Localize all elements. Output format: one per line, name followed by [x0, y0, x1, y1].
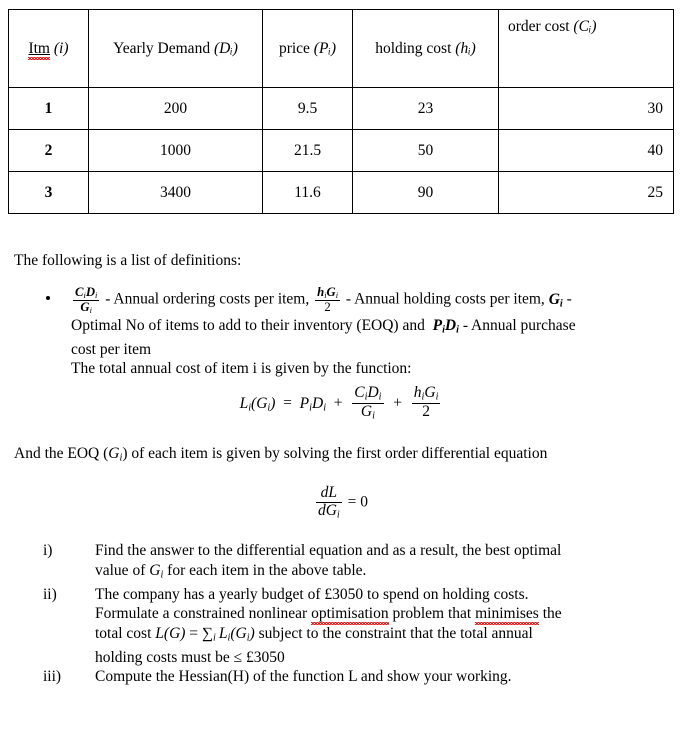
bullet-line-three: cost per item — [71, 340, 152, 358]
cell-price: 11.6 — [262, 171, 353, 214]
question-ii-line-1: The company has a yearly budget of £3050… — [95, 585, 529, 603]
cell-order-cost: 25 — [498, 171, 674, 214]
question-item-iii: iii) Compute the Hessian(H) of the funct… — [0, 667, 682, 687]
header-label-holding: holding cost — [375, 39, 452, 57]
function-intro-text: The total annual cost of item i is given… — [71, 359, 412, 378]
bullet-line-two: Optimal No of items to add to their inve… — [71, 317, 425, 335]
plus-sign-1: + — [329, 394, 347, 412]
question-item-i: i) Find the answer to the differential e… — [0, 541, 682, 585]
term-holding-cost: hiGi 2 — [411, 384, 441, 420]
cell-yearly-demand: 200 — [88, 87, 263, 130]
table-row: 1 200 9.5 23 30 — [8, 87, 674, 130]
cell-item-index: 1 — [8, 87, 89, 130]
cell-holding-cost: 50 — [352, 129, 499, 172]
eoq-intro-before: And the EOQ — [14, 445, 100, 462]
header-cell-price: price (Pᵢ) — [262, 9, 353, 88]
header-label-order: order cost — [508, 18, 570, 35]
table-row: 2 1000 21.5 50 40 — [8, 129, 674, 172]
equation-lhs: Li(Gi) — [239, 394, 276, 414]
cell-holding-cost: 23 — [352, 87, 499, 130]
cell-item-index: 3 — [8, 171, 89, 214]
equals-sign: = — [279, 394, 296, 412]
cell-order-cost: 40 — [498, 129, 674, 172]
symbol-G: Gi — [548, 290, 563, 310]
symbol-PD: PiDi — [428, 317, 459, 336]
bullet-dot-icon — [46, 296, 50, 300]
g-description-dash: - — [566, 290, 572, 308]
fraction-dL-dGi: dL dGi — [315, 484, 342, 521]
function-intro-label: The total annual cost of item i is given… — [71, 360, 412, 377]
total-cost-equation: Li(Gi) = PiDi + CiDi Gi + hiGi 2 — [0, 384, 682, 422]
question-ii-line-4: holding costs must be ≤ £3050 — [95, 648, 285, 666]
question-item-ii: ii) The company has a yearly budget of £… — [0, 585, 682, 668]
header-sub-item: (i) — [53, 39, 69, 57]
question-i-line-1: Find the answer to the differential equa… — [95, 542, 562, 559]
cell-yearly-demand: 1000 — [88, 129, 263, 172]
question-i-line-2: value of Gi for each item in the above t… — [95, 561, 367, 581]
plus-sign-2: + — [389, 394, 406, 412]
symbol-LG: L(G) — [155, 624, 186, 642]
header-sub-order: (Cᵢ) — [573, 18, 597, 35]
ordering-cost-description: - Annual ordering costs per item, — [105, 290, 310, 308]
header-cell-order-cost: order cost (Cᵢ) — [498, 9, 674, 88]
term-ordering-cost: CiDi Gi — [352, 384, 384, 422]
item-parameters-table: Itm (i) Yearly Demand (Dᵢ) price (Pᵢ) ho… — [8, 9, 674, 214]
cell-item-index: 2 — [8, 129, 89, 172]
cell-holding-cost: 90 — [352, 171, 499, 214]
table-row: 3 3400 11.6 90 25 — [8, 171, 674, 214]
bullet-item: CiDi Gi - Annual ordering costs per item,… — [71, 285, 674, 359]
misspelled-optimisation: optimisation — [311, 605, 389, 623]
cell-price: 21.5 — [262, 129, 353, 172]
fraction-ordering-cost: CiDi Gi — [73, 285, 100, 316]
term-purchase-cost: PiDi — [299, 394, 327, 414]
constraint-limit-value: £3050 — [246, 648, 285, 666]
questions-list: i) Find the answer to the differential e… — [0, 541, 682, 687]
ode-rhs: = 0 — [347, 493, 369, 511]
header-cell-demand: Yearly Demand (Dᵢ) — [88, 9, 263, 88]
header-cell-holding-cost: holding cost (hᵢ) — [352, 9, 499, 88]
differential-equation: dL dGi = 0 — [0, 484, 682, 521]
header-sub-demand: (Dᵢ) — [213, 39, 238, 57]
question-ii-line-2: Formulate a constrained nonlinear optimi… — [95, 605, 562, 623]
symbol-sum-Li: Li(Gi) — [218, 624, 255, 644]
question-marker-ii: ii) — [43, 585, 57, 603]
table-header-row: Itm (i) Yearly Demand (Dᵢ) price (Pᵢ) ho… — [8, 9, 674, 88]
purchase-cost-description: - Annual purchase — [462, 317, 576, 335]
eoq-intro-after: of each item is given by solving the fir… — [131, 445, 548, 462]
holding-cost-description: - Annual holding costs per item, — [345, 290, 545, 308]
header-label-price: price — [278, 39, 310, 57]
question-iii-line-1: Compute the Hessian(H) of the function L… — [95, 668, 512, 686]
symbol-Gi-inline: Gi — [149, 561, 164, 581]
definitions-heading: The following is a list of definitions: — [14, 252, 242, 269]
eoq-symbol: (Gi) — [103, 445, 128, 464]
eoq-intro-text: And the EOQ (Gi) of each item is given b… — [14, 444, 547, 468]
question-ii-line-3: total cost L(G) = ∑i Li(Gi) subject to t… — [95, 624, 533, 644]
header-sub-price: (Pᵢ) — [313, 39, 337, 57]
header-sub-holding: (hᵢ) — [455, 39, 476, 57]
question-marker-iii: iii) — [43, 668, 62, 686]
header-cell-item: Itm (i) — [8, 9, 89, 88]
cell-yearly-demand: 3400 — [88, 171, 263, 214]
definitions-bullet-list: CiDi Gi - Annual ordering costs per item,… — [14, 285, 674, 359]
header-label-demand: Yearly Demand — [113, 39, 211, 57]
question-marker-i: i) — [43, 542, 53, 559]
misspelled-minimises: minimises — [475, 605, 539, 623]
cell-order-cost: 30 — [498, 87, 674, 130]
header-label-item: Itm — [28, 39, 50, 57]
cell-price: 9.5 — [262, 87, 353, 130]
fraction-holding-cost: hiGi 2 — [315, 285, 341, 315]
